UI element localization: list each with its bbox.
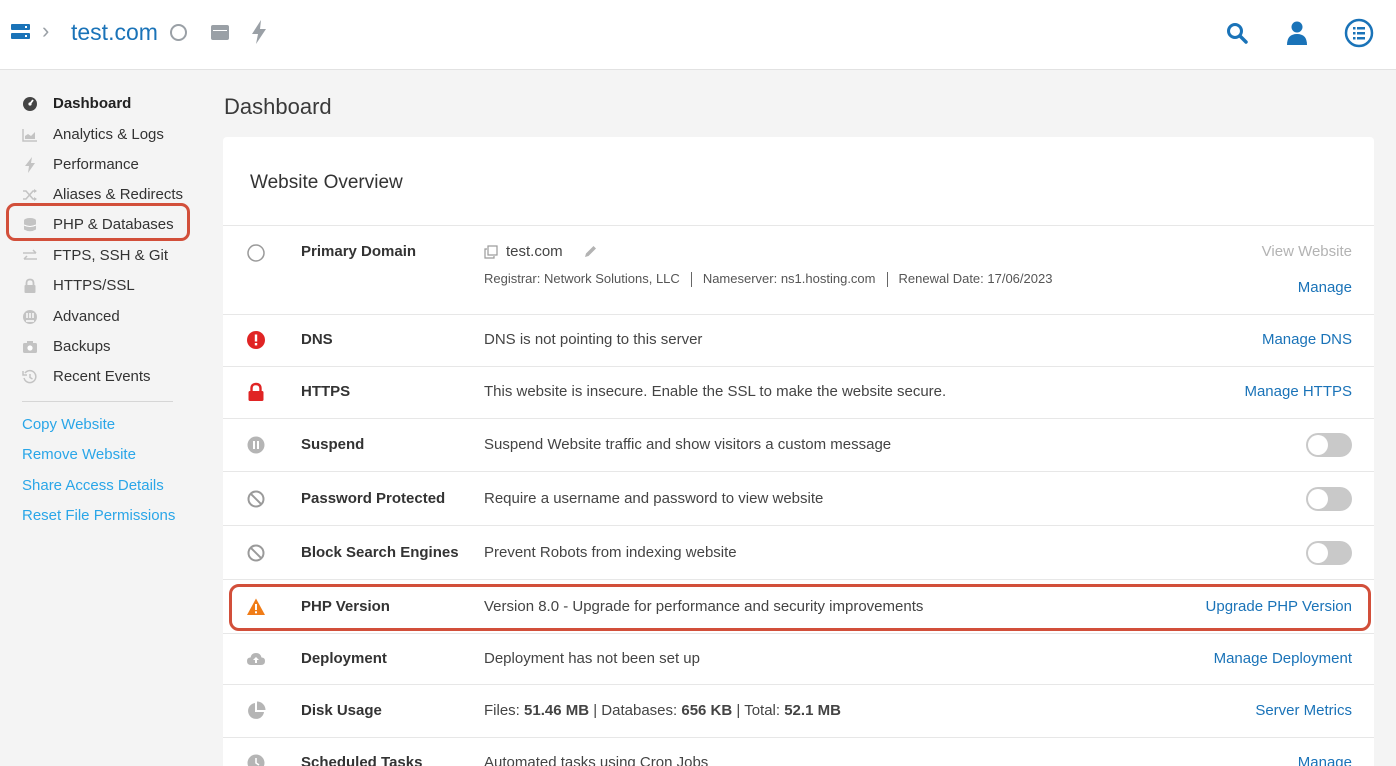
shuffle-icon (23, 189, 37, 201)
lock-icon (248, 382, 264, 401)
breadcrumb-domain[interactable]: test.com (71, 18, 158, 46)
row-label: Suspend (301, 436, 365, 453)
primary-domain-row: Primary Domain test.com Registrar: Netwo… (223, 225, 1374, 314)
view-website-link[interactable]: View Website (1262, 242, 1352, 262)
manage-scheduled-tasks-link[interactable]: Manage (1298, 753, 1352, 766)
clock-icon (247, 754, 265, 766)
block-search-engines-row: Block Search Engines Prevent Robots from… (223, 525, 1374, 579)
camera-icon (23, 341, 37, 353)
row-description: Automated tasks using Cron Jobs (484, 754, 709, 766)
sidebar-item-label: HTTPS/SSL (53, 277, 135, 294)
website-overview-card: Website Overview Primary Domain test.com… (223, 137, 1374, 766)
databases-label: Databases: (601, 702, 678, 719)
remove-website-link[interactable]: Remove Website (22, 445, 136, 465)
share-access-details-link[interactable]: Share Access Details (22, 476, 164, 496)
row-label: Scheduled Tasks (301, 754, 423, 766)
bolt-icon[interactable] (249, 19, 269, 45)
history-icon (22, 369, 37, 384)
nameserver-text: Nameserver: ns1.hosting.com (702, 271, 876, 286)
menu-list-icon[interactable] (1344, 18, 1374, 48)
password-protect-toggle[interactable] (1306, 487, 1352, 511)
row-label: Disk Usage (301, 702, 382, 719)
divider (886, 272, 888, 288)
divider (690, 272, 692, 288)
server-icon[interactable] (11, 24, 30, 40)
analytics-icon (22, 129, 37, 142)
row-label: Block Search Engines (301, 544, 459, 561)
row-description: Prevent Robots from indexing website (484, 544, 737, 561)
sidebar-item-label: Recent Events (53, 368, 151, 385)
sidebar-item-label: FTPS, SSH & Git (53, 247, 169, 264)
domain-meta: Registrar: Network Solutions, LLC Nameser… (484, 269, 1052, 289)
https-row: HTTPS This website is insecure. Enable t… (223, 366, 1374, 418)
chevron-right-icon: › (42, 18, 50, 43)
status-circle-icon[interactable] (170, 24, 187, 41)
pie-chart-icon (248, 701, 266, 719)
suspend-row: Suspend Suspend Website traffic and show… (223, 418, 1374, 471)
row-label: HTTPS (301, 383, 351, 400)
password-protected-row: Password Protected Require a username an… (223, 471, 1374, 525)
server-metrics-link[interactable]: Server Metrics (1255, 701, 1352, 721)
row-description: Suspend Website traffic and show visitor… (484, 436, 892, 453)
top-bar: › test.com (0, 0, 1396, 70)
row-label: DNS (301, 331, 333, 348)
copy-icon[interactable] (484, 245, 498, 259)
blocked-icon (247, 490, 265, 508)
row-description: Require a username and password to view … (484, 490, 824, 507)
domain-name: test.com (506, 243, 563, 260)
dns-row: DNS DNS is not pointing to this server M… (223, 314, 1374, 366)
lock-icon (24, 278, 36, 293)
row-label: Password Protected (301, 490, 446, 507)
sidebar-item-label: Analytics & Logs (53, 126, 164, 143)
row-label: Primary Domain (301, 243, 417, 260)
bolt-icon (25, 157, 35, 173)
reset-file-permissions-link[interactable]: Reset File Permissions (22, 506, 175, 526)
user-icon[interactable] (1285, 20, 1309, 46)
blocked-icon (247, 544, 265, 562)
pause-icon (247, 436, 265, 454)
cloud-upload-icon (247, 653, 265, 665)
sidebar-item-label: Advanced (53, 308, 120, 325)
search-icon[interactable] (1225, 21, 1249, 45)
block-search-engines-toggle[interactable] (1306, 541, 1352, 565)
copy-website-link[interactable]: Copy Website (22, 415, 115, 435)
advanced-icon (23, 310, 37, 324)
highlight-annotation (229, 584, 1371, 631)
window-icon[interactable] (211, 25, 229, 40)
renewal-date-text: Renewal Date: 17/06/2023 (898, 271, 1053, 286)
sidebar-item-label: Backups (53, 338, 111, 355)
suspend-toggle[interactable] (1306, 433, 1352, 457)
manage-deployment-link[interactable]: Manage Deployment (1214, 649, 1352, 669)
total-size: 52.1 MB (784, 702, 841, 719)
manage-domain-link[interactable]: Manage (1298, 278, 1352, 298)
sidebar-item-label: Performance (53, 156, 139, 173)
registrar-text: Registrar: Network Solutions, LLC (484, 271, 680, 286)
files-label: Files: (484, 702, 520, 719)
sidebar-item-label: Dashboard (53, 95, 132, 112)
manage-https-link[interactable]: Manage HTTPS (1244, 382, 1352, 402)
databases-size: 656 KB (681, 702, 733, 719)
files-size: 51.46 MB (524, 702, 590, 719)
deployment-row: Deployment Deployment has not been set u… (223, 633, 1374, 684)
row-description: Deployment has not been set up (484, 650, 700, 667)
card-title: Website Overview (250, 172, 403, 193)
scheduled-tasks-row: Scheduled Tasks Automated tasks using Cr… (223, 737, 1374, 766)
row-label: Deployment (301, 650, 387, 667)
disk-usage-summary: Files: 51.46 MB | Databases: 656 KB | To… (484, 702, 841, 719)
row-description: This website is insecure. Enable the SSL… (484, 383, 947, 400)
dashboard-icon (23, 97, 37, 111)
error-icon (247, 331, 265, 349)
transfer-icon (23, 249, 37, 260)
status-circle-icon (247, 244, 265, 262)
edit-icon[interactable] (583, 244, 598, 259)
sidebar-divider (22, 401, 173, 402)
page-title: Dashboard (224, 94, 332, 119)
disk-usage-row: Disk Usage Files: 51.46 MB | Databases: … (223, 684, 1374, 737)
manage-dns-link[interactable]: Manage DNS (1262, 330, 1352, 350)
row-description: DNS is not pointing to this server (484, 331, 703, 348)
highlight-annotation (6, 203, 190, 241)
total-label: Total: (744, 702, 781, 719)
